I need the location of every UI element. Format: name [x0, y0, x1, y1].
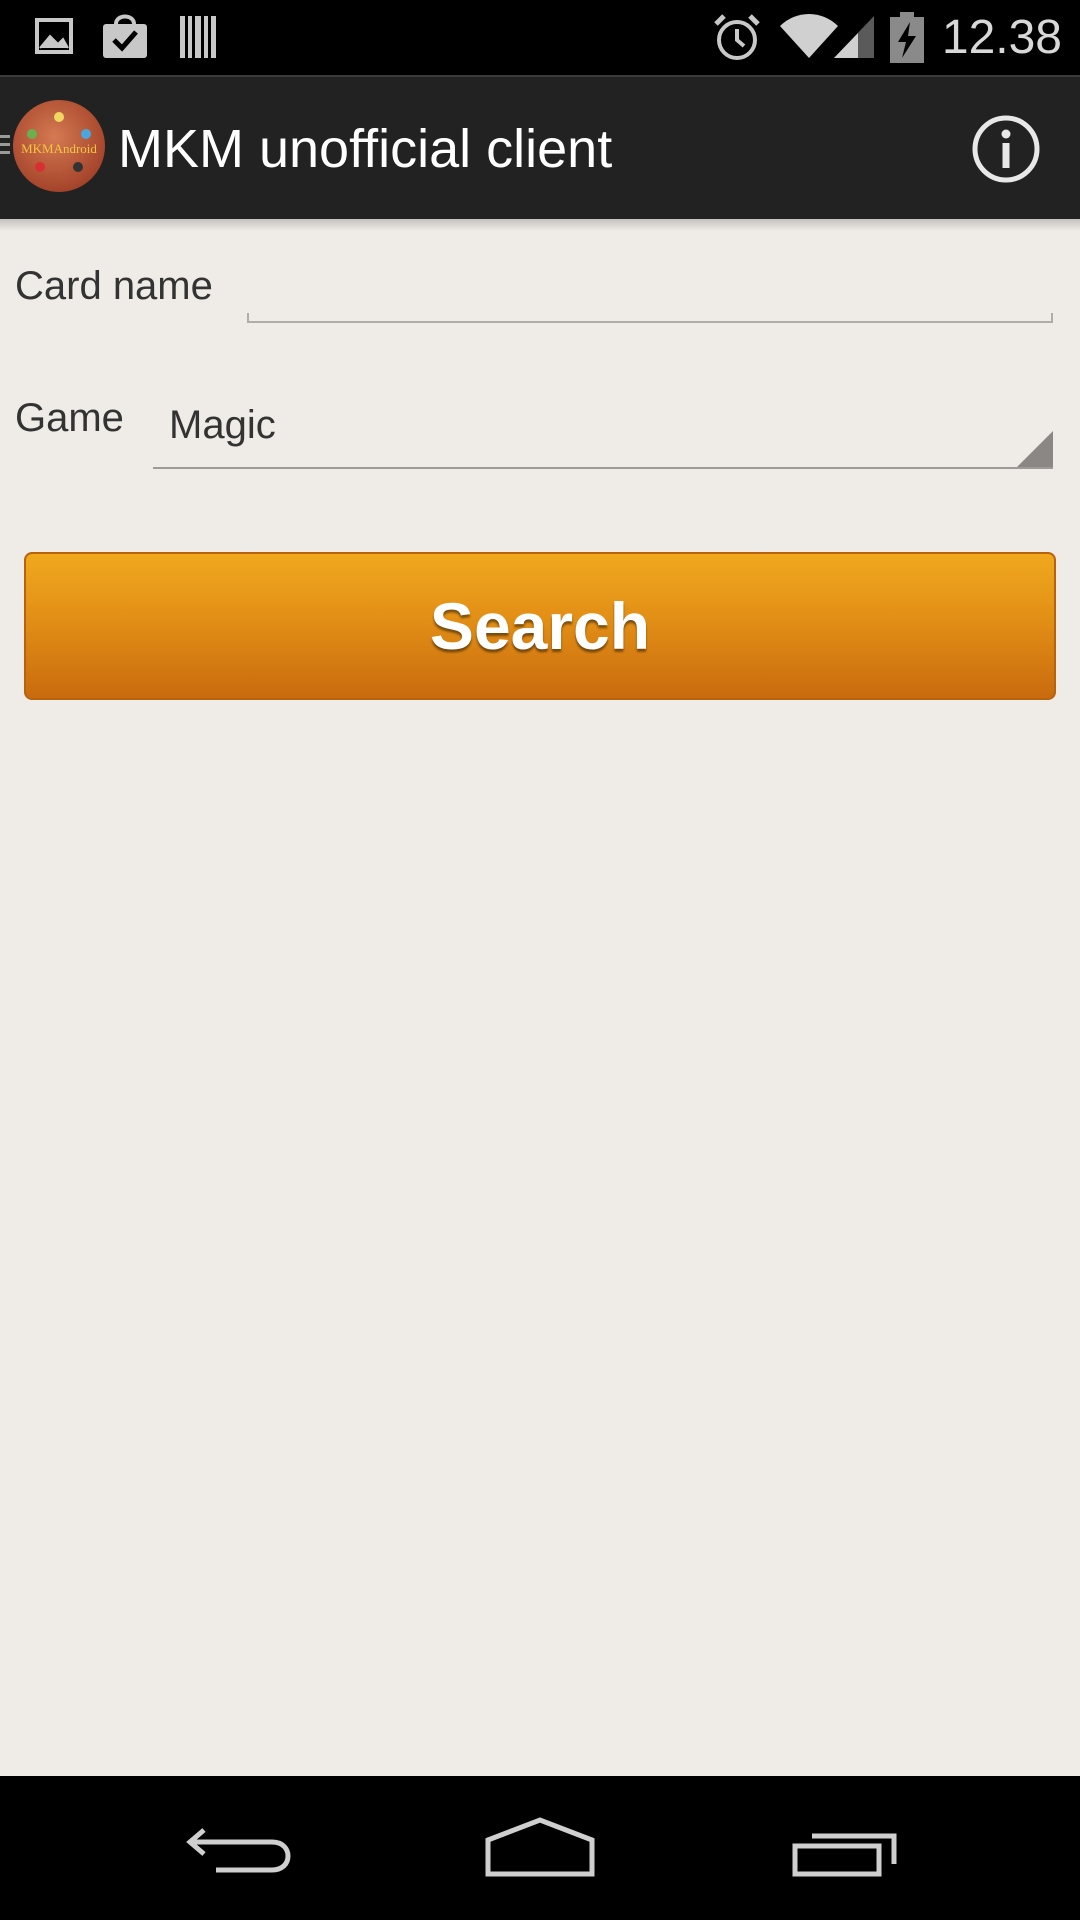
game-spinner-underline — [153, 467, 1053, 469]
card-name-label: Card name — [15, 264, 213, 308]
home-button[interactable] — [480, 1810, 600, 1886]
alarm-icon — [712, 12, 762, 62]
home-icon — [485, 1817, 595, 1877]
back-button[interactable] — [180, 1810, 300, 1886]
status-bar: 12.38 — [0, 0, 1080, 75]
gallery-notification-icon — [34, 12, 74, 62]
back-icon — [186, 1828, 291, 1873]
logo-text: MKMAndroid — [21, 141, 97, 156]
recent-apps-button[interactable] — [790, 1810, 910, 1886]
game-spinner[interactable]: Magic — [153, 385, 1053, 469]
recent-apps-icon — [792, 1833, 897, 1877]
nav-bar — [0, 1776, 1080, 1920]
search-button[interactable]: Search — [24, 552, 1056, 700]
battery-charging-icon — [890, 12, 924, 63]
action-bar: MKMAndroid MKM unofficial client — [0, 75, 1080, 219]
app-title: MKM unofficial client — [118, 119, 613, 179]
card-name-input[interactable] — [247, 262, 1053, 322]
game-selected-value: Magic — [169, 403, 276, 447]
card-name-underline — [247, 313, 1053, 323]
game-label: Game — [15, 396, 124, 440]
barcode-notification-icon — [178, 12, 218, 62]
info-button[interactable] — [970, 113, 1042, 185]
cell-signal-icon — [832, 12, 876, 62]
up-indicator-icon[interactable] — [0, 135, 10, 159]
info-icon — [972, 115, 1040, 183]
wifi-icon — [778, 12, 840, 62]
play-store-update-icon — [100, 12, 150, 62]
app-logo[interactable]: MKMAndroid — [12, 99, 106, 193]
status-time: 12.38 — [941, 11, 1062, 64]
action-bar-shadow — [0, 219, 1080, 231]
dropdown-corner-icon — [1017, 431, 1053, 467]
